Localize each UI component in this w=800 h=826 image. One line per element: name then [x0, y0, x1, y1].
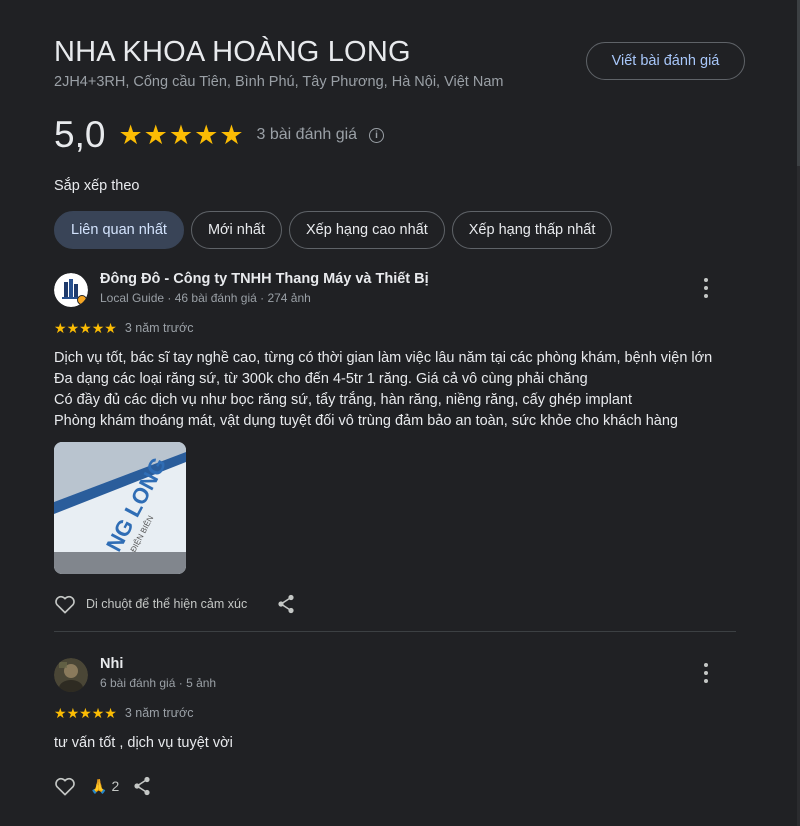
more-options-icon[interactable]: [702, 663, 710, 683]
place-title: NHA KHOA HOÀNG LONG: [54, 36, 411, 68]
review-card: Đông Đô - Công ty TNHH Thang Máy và Thiế…: [54, 271, 736, 614]
review-stars: ★ ★ ★ ★ ★: [54, 320, 117, 336]
reviewer-name[interactable]: Đông Đô - Công ty TNHH Thang Máy và Thiế…: [100, 271, 429, 287]
sort-chips: Liên quan nhất Mới nhất Xếp hạng cao nhấ…: [54, 211, 619, 249]
sort-chip-lowest[interactable]: Xếp hạng thấp nhất: [451, 211, 613, 249]
reviewer-meta: Local Guide · 46 bài đánh giá · 274 ảnh: [100, 291, 311, 305]
share-icon[interactable]: [133, 776, 151, 796]
avatar[interactable]: [54, 273, 88, 307]
avatar[interactable]: [54, 658, 88, 692]
info-icon[interactable]: i: [369, 127, 385, 143]
rating-stars: ★ ★ ★ ★ ★: [118, 119, 244, 150]
sort-chip-newest[interactable]: Mới nhất: [190, 211, 283, 249]
review-text-line: Đa dạng các loại răng sứ, từ 300k cho đế…: [54, 371, 588, 387]
review-text-line: Phòng khám thoáng mát, vật dụng tuyệt đố…: [54, 413, 678, 429]
reviewer-name[interactable]: Nhi: [100, 656, 123, 672]
heart-icon[interactable]: [54, 776, 76, 796]
review-stars: ★ ★ ★ ★ ★: [54, 705, 117, 721]
review-card: Nhi 6 bài đánh giá · 5 ảnh ★ ★ ★ ★ ★ 3 năm t…: [54, 656, 736, 796]
reaction-hint: Di chuột để thể hiện cảm xúc: [86, 597, 248, 611]
praying-hands-icon: 🙏: [90, 777, 108, 794]
sort-chip-relevant[interactable]: Liên quan nhất: [54, 211, 184, 249]
write-review-button[interactable]: Viết bài đánh giá: [586, 42, 745, 80]
sort-label: Sắp xếp theo: [54, 178, 140, 194]
review-photo[interactable]: NG LONG ĐIỆN BIÊN: [54, 442, 186, 574]
reaction-count[interactable]: 🙏 2: [90, 778, 119, 795]
review-text-line: Dịch vụ tốt, bác sĩ tay nghề cao, từng c…: [54, 350, 713, 366]
place-address: 2JH4+3RH, Cống cầu Tiên, Bình Phú, Tây P…: [54, 74, 504, 90]
review-divider: [54, 631, 736, 632]
heart-icon[interactable]: [54, 594, 76, 614]
star-icon: ★: [143, 119, 168, 150]
star-icon: ★: [194, 119, 219, 150]
rating-score: 5,0: [54, 114, 106, 155]
reaction-count-value: 2: [111, 778, 120, 794]
sort-chip-highest[interactable]: Xếp hạng cao nhất: [289, 211, 445, 249]
review-time: 3 năm trước: [124, 321, 194, 335]
review-text-line: Có đầy đủ các dịch vụ như bọc răng sứ, t…: [54, 392, 633, 408]
star-icon: ★: [118, 119, 143, 150]
share-icon[interactable]: [277, 594, 295, 614]
star-icon: ★: [168, 119, 194, 150]
review-time: 3 năm trước: [124, 706, 194, 720]
star-icon: ★: [219, 119, 244, 150]
review-text-line: tư vấn tốt , dịch vụ tuyệt vời: [54, 735, 233, 751]
more-options-icon[interactable]: [702, 278, 710, 298]
review-text: tư vấn tốt , dịch vụ tuyệt vời: [54, 733, 736, 754]
review-count: 3 bài đánh giá: [256, 126, 358, 143]
review-text: Dịch vụ tốt, bác sĩ tay nghề cao, từng c…: [54, 348, 736, 432]
reviewer-meta: 6 bài đánh giá · 5 ảnh: [100, 676, 217, 690]
rating-summary: 5,0 ★ ★ ★ ★ ★ 3 bài đánh giá i: [54, 112, 385, 158]
